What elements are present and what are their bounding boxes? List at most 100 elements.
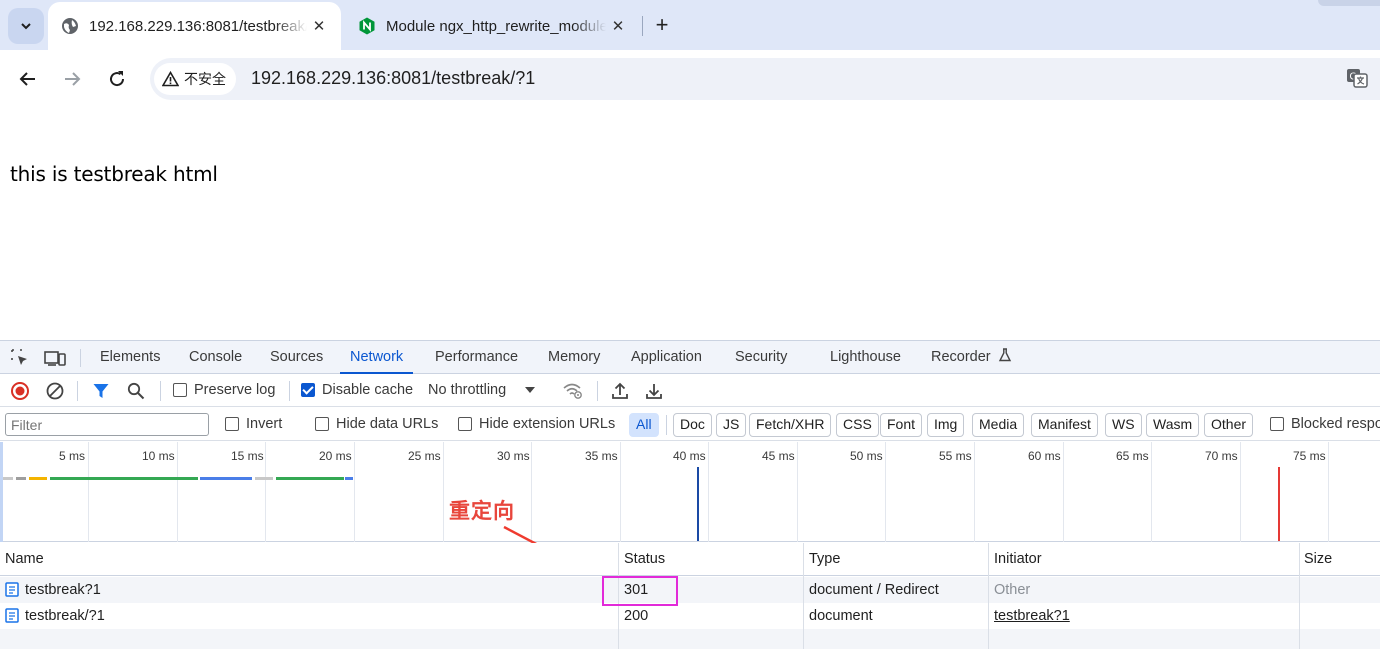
blocked-responses-checkbox[interactable]: Blocked responses — [1270, 416, 1380, 432]
reload-button[interactable] — [101, 63, 133, 95]
checkbox-box[interactable] — [173, 383, 187, 397]
throttling-select[interactable]: No throttling — [428, 382, 536, 398]
column-divider[interactable] — [803, 543, 804, 649]
table-row[interactable]: testbreak?1 301 document / Redirect Othe… — [0, 577, 1380, 603]
type-filter-img[interactable]: Img — [927, 413, 965, 437]
gridline — [708, 442, 709, 542]
devtools-tab-security[interactable]: Security — [735, 341, 787, 374]
forward-button[interactable] — [56, 63, 88, 95]
devtools-tab-application[interactable]: Application — [631, 341, 702, 374]
tick-label: 45 ms — [762, 449, 795, 463]
type-filter-css[interactable]: CSS — [836, 413, 879, 437]
hide-data-urls-label: Hide data URLs — [336, 416, 439, 432]
devtools-tab-performance[interactable]: Performance — [435, 341, 518, 374]
devtools-tab-elements[interactable]: Elements — [100, 341, 160, 374]
column-divider[interactable] — [1299, 543, 1300, 649]
address-bar[interactable]: 不安全 192.168.229.136:8081/testbreak/?1 G — [150, 58, 1380, 100]
table-row[interactable]: testbreak/?1 200 document testbreak?1 — [0, 603, 1380, 629]
column-header-name[interactable]: Name — [0, 543, 618, 575]
devtools-tab-lighthouse[interactable]: Lighthouse — [830, 341, 901, 374]
tab-search-button[interactable] — [8, 8, 44, 44]
devtools-tab-recorder-label: Recorder — [931, 349, 991, 365]
filter-input[interactable] — [5, 413, 209, 436]
network-requests-table: Name Status Type Initiator Size testbrea… — [0, 543, 1380, 649]
devtools-tab-sources[interactable]: Sources — [270, 341, 323, 374]
tab-close-icon[interactable]: ✕ — [606, 17, 630, 35]
checkbox-box[interactable] — [225, 417, 239, 431]
network-filter-bar: Invert Hide data URLs Hide extension URL… — [0, 408, 1380, 441]
timing-bar — [3, 477, 13, 480]
tab-divider — [642, 16, 643, 36]
type-filter-font[interactable]: Font — [880, 413, 923, 437]
divider — [80, 349, 81, 367]
inspect-element-icon[interactable] — [9, 347, 31, 369]
disable-cache-checkbox[interactable]: Disable cache — [301, 382, 413, 398]
network-toolbar: Preserve log Disable cache No throttling — [0, 374, 1380, 407]
type-filter-ws[interactable]: WS — [1105, 413, 1142, 437]
warning-icon — [162, 71, 179, 87]
checkbox-box[interactable] — [315, 417, 329, 431]
column-divider[interactable] — [988, 543, 989, 649]
tick-label: 75 ms — [1293, 449, 1326, 463]
column-header-initiator[interactable]: Initiator — [989, 543, 1299, 575]
type-filter-all[interactable]: All — [629, 413, 659, 437]
type-filter-doc[interactable]: Doc — [673, 413, 712, 437]
preserve-log-checkbox[interactable]: Preserve log — [173, 382, 275, 398]
chevron-down-icon — [21, 23, 31, 30]
type-filter-wasm[interactable]: Wasm — [1146, 413, 1200, 437]
clear-icon[interactable] — [44, 380, 66, 402]
request-initiator-link[interactable]: testbreak?1 — [989, 603, 1299, 629]
search-icon[interactable] — [125, 380, 147, 402]
type-filter-fetch-xhr[interactable]: Fetch/XHR — [749, 413, 832, 437]
devtools-tab-network[interactable]: Network — [339, 341, 414, 374]
gridline — [1240, 442, 1241, 542]
arrow-left-icon — [19, 72, 35, 86]
request-name-cell[interactable]: testbreak?1 — [0, 577, 618, 603]
devtools-tab-console[interactable]: Console — [189, 341, 242, 374]
tab-close-icon[interactable]: ✕ — [307, 17, 331, 35]
record-stop-icon[interactable] — [9, 380, 31, 402]
divider — [160, 381, 161, 401]
security-chip[interactable]: 不安全 — [154, 63, 236, 95]
tab-title: 192.168.229.136:8081/testbreak/?1 — [89, 17, 307, 35]
checkbox-box[interactable] — [458, 417, 472, 431]
devtools-panel: Elements Console Sources Network Perform… — [0, 340, 1380, 649]
url-text[interactable]: 192.168.229.136:8081/testbreak/?1 — [251, 68, 535, 89]
filter-icon[interactable] — [90, 380, 112, 402]
column-header-size[interactable]: Size — [1299, 543, 1380, 575]
type-filter-manifest[interactable]: Manifest — [1031, 413, 1098, 437]
export-har-icon[interactable] — [643, 380, 665, 402]
import-har-icon[interactable] — [609, 380, 631, 402]
checkbox-box-checked[interactable] — [301, 383, 315, 397]
type-filter-js[interactable]: JS — [716, 413, 747, 437]
gridline — [265, 442, 266, 542]
invert-checkbox[interactable]: Invert — [225, 416, 282, 432]
hide-data-urls-checkbox[interactable]: Hide data URLs — [315, 416, 438, 432]
network-overview-timeline[interactable]: 5 ms 10 ms 15 ms 20 ms 25 ms 30 ms 35 ms… — [0, 442, 1380, 542]
checkbox-box[interactable] — [1270, 417, 1284, 431]
document-icon — [5, 607, 19, 623]
request-name: testbreak/?1 — [25, 608, 105, 624]
devtools-tab-memory[interactable]: Memory — [548, 341, 600, 374]
hide-extension-urls-checkbox[interactable]: Hide extension URLs — [458, 416, 615, 432]
security-chip-label: 不安全 — [184, 71, 226, 87]
back-button[interactable] — [12, 63, 44, 95]
column-header-status[interactable]: Status — [619, 543, 803, 575]
browser-tab[interactable]: Module ngx_http_rewrite_module ✕ — [345, 2, 640, 50]
column-header-type[interactable]: Type — [804, 543, 988, 575]
device-toolbar-icon[interactable] — [44, 347, 66, 369]
overview-selection-handle[interactable] — [0, 442, 3, 542]
timing-bar — [50, 477, 198, 480]
type-filter-media[interactable]: Media — [972, 413, 1025, 437]
table-empty-area — [0, 629, 1380, 649]
translate-icon[interactable]: G — [1346, 67, 1370, 91]
tick-label: 30 ms — [497, 449, 530, 463]
browser-tab-active[interactable]: 192.168.229.136:8081/testbreak/?1 ✕ — [48, 2, 341, 50]
request-status-cell: 200 — [624, 608, 649, 624]
devtools-tab-recorder[interactable]: Recorder — [931, 341, 1012, 374]
type-filter-other[interactable]: Other — [1204, 413, 1254, 437]
request-name-cell[interactable]: testbreak/?1 — [0, 603, 618, 629]
new-tab-button[interactable]: + — [648, 12, 676, 40]
network-conditions-icon[interactable] — [562, 380, 584, 402]
gridline — [620, 442, 621, 542]
